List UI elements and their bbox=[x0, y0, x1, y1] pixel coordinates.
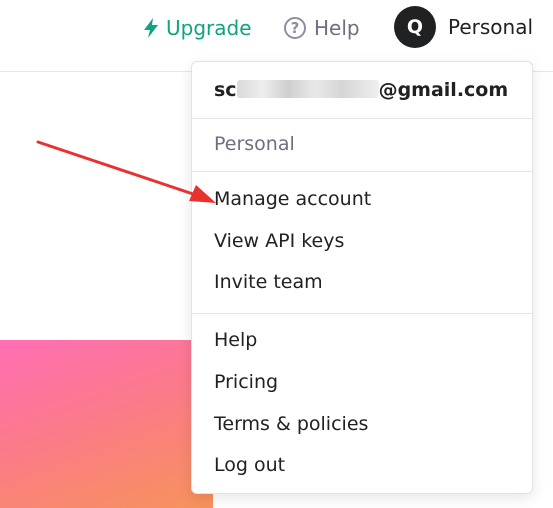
account-dropdown-menu: sc @gmail.com Personal Manage account Vie… bbox=[191, 61, 533, 494]
help-label: Help bbox=[314, 16, 360, 40]
question-circle-icon: ? bbox=[284, 17, 306, 39]
help-link[interactable]: ? Help bbox=[284, 14, 360, 42]
email-suffix: @gmail.com bbox=[378, 79, 509, 101]
upgrade-label: Upgrade bbox=[166, 16, 252, 40]
redacted-email-part bbox=[236, 80, 379, 98]
email-prefix: sc bbox=[214, 79, 237, 101]
organization-label: Personal bbox=[214, 133, 295, 155]
menu-item-terms-policies[interactable]: Terms & policies bbox=[214, 413, 368, 435]
menu-item-log-out[interactable]: Log out bbox=[214, 454, 285, 476]
menu-item-view-api-keys[interactable]: View API keys bbox=[214, 230, 344, 252]
account-email: sc @gmail.com bbox=[214, 79, 508, 101]
upgrade-link[interactable]: Upgrade bbox=[142, 14, 252, 42]
gradient-image bbox=[0, 340, 213, 508]
menu-item-help[interactable]: Help bbox=[214, 329, 257, 351]
account-label: Personal bbox=[448, 15, 534, 39]
menu-divider bbox=[192, 118, 532, 119]
lightning-bolt-icon bbox=[144, 18, 158, 38]
menu-divider bbox=[192, 171, 532, 172]
account-menu-button[interactable]: Q Personal bbox=[394, 6, 533, 48]
menu-item-pricing[interactable]: Pricing bbox=[214, 371, 278, 393]
menu-divider bbox=[192, 313, 532, 314]
menu-item-invite-team[interactable]: Invite team bbox=[214, 271, 323, 293]
avatar: Q bbox=[394, 6, 436, 48]
menu-item-manage-account[interactable]: Manage account bbox=[214, 188, 371, 210]
